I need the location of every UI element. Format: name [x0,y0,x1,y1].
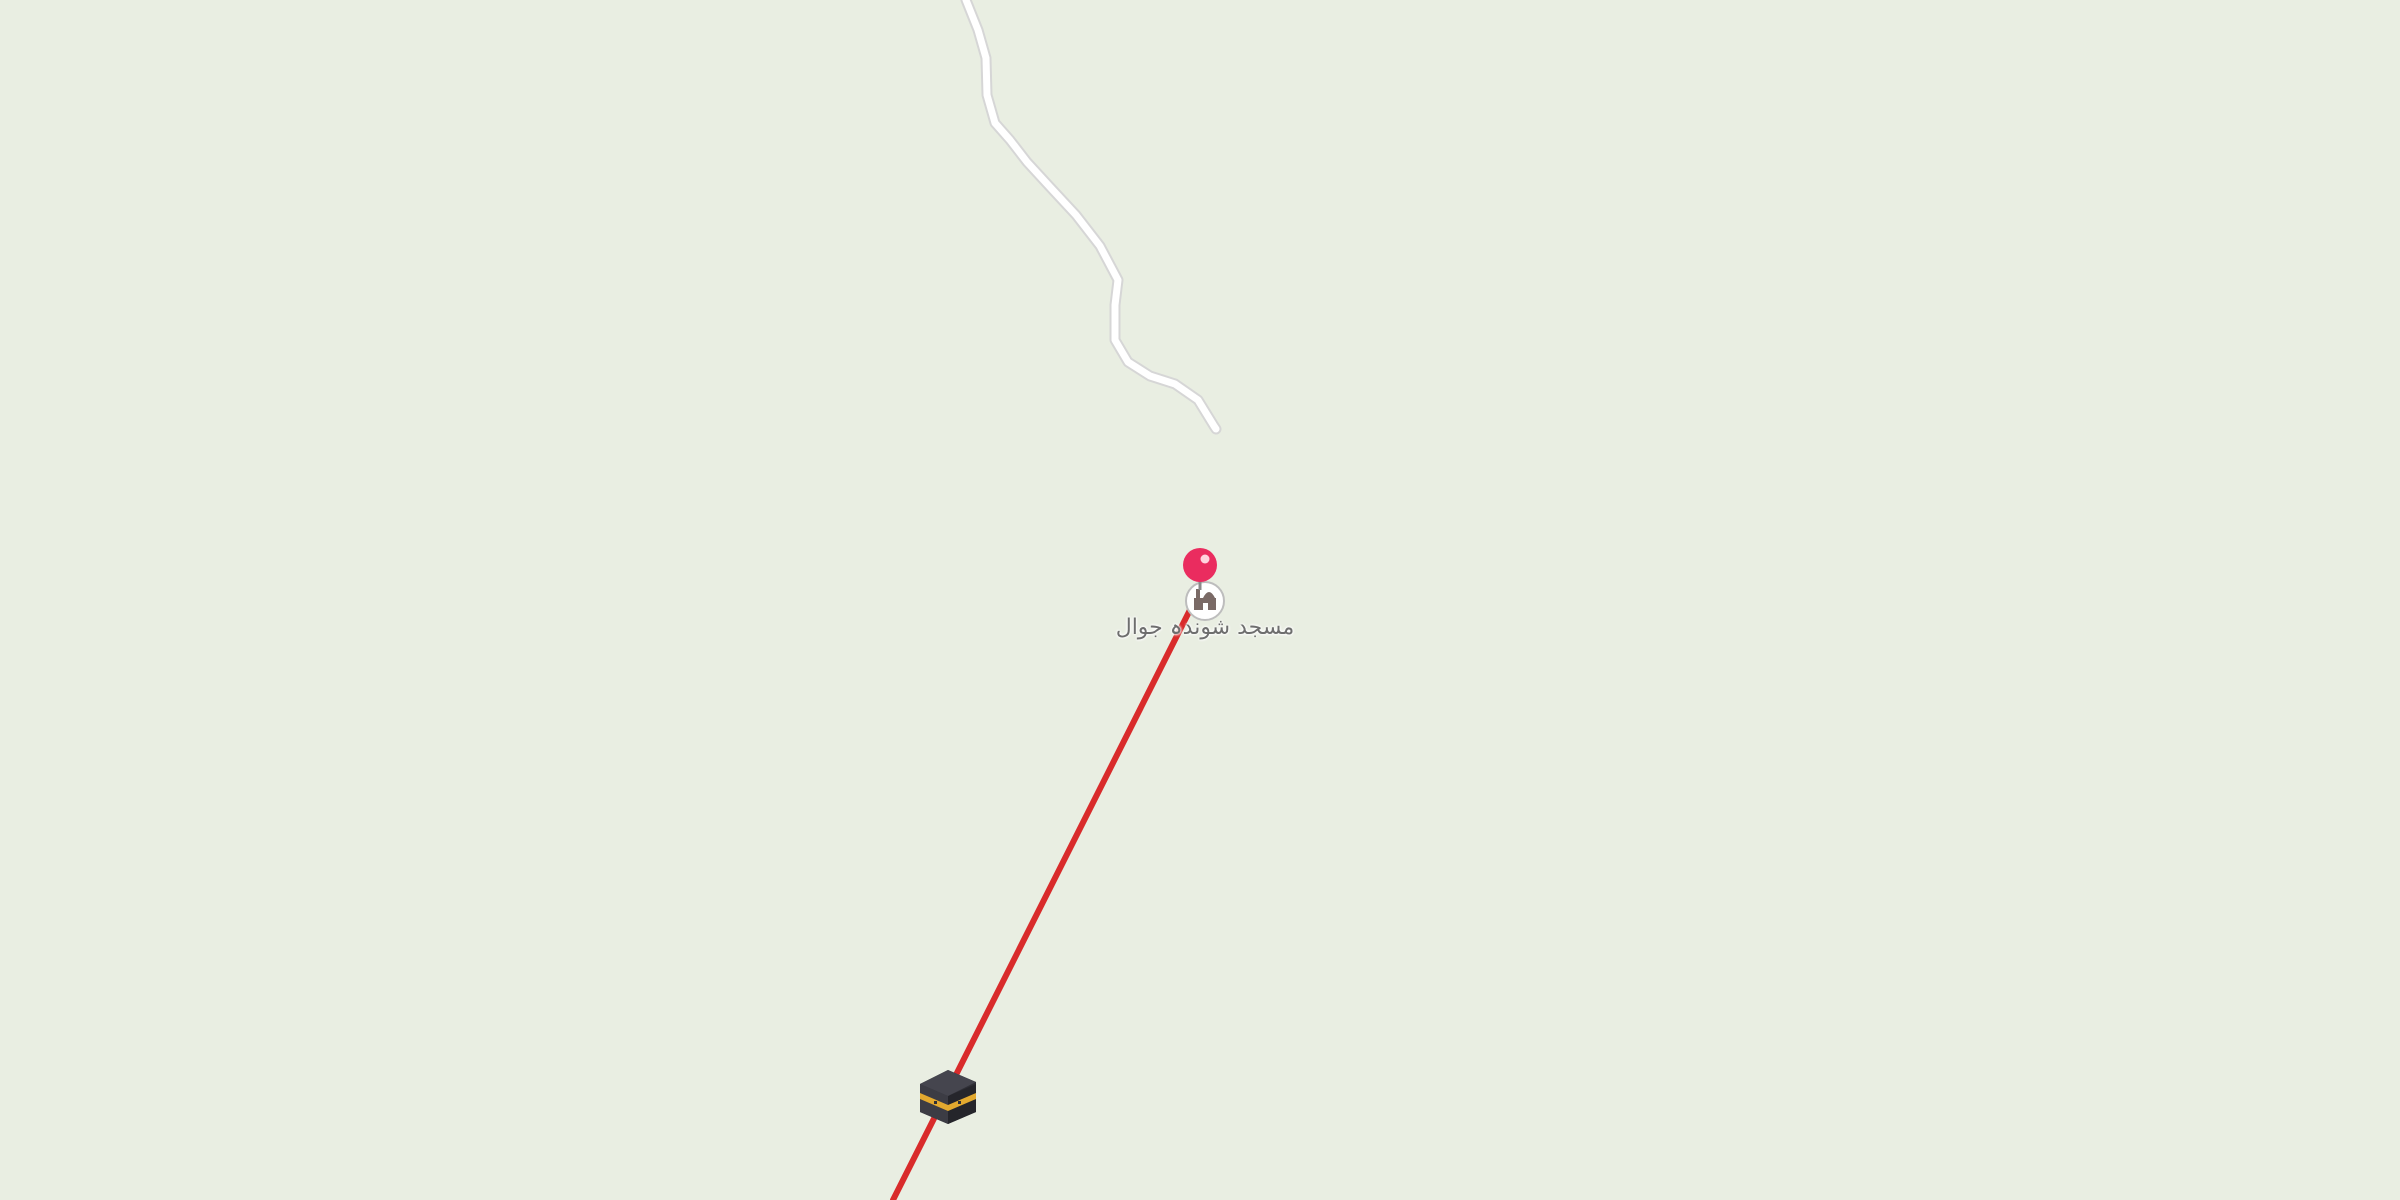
mosque-label[interactable]: مسجد شوندہ جوال [1105,615,1305,640]
kaaba-icon[interactable] [920,1070,976,1124]
road [960,0,1222,435]
map-canvas[interactable]: مسجد شوندہ جوال [0,0,2400,1200]
map-layers [890,0,1225,1200]
